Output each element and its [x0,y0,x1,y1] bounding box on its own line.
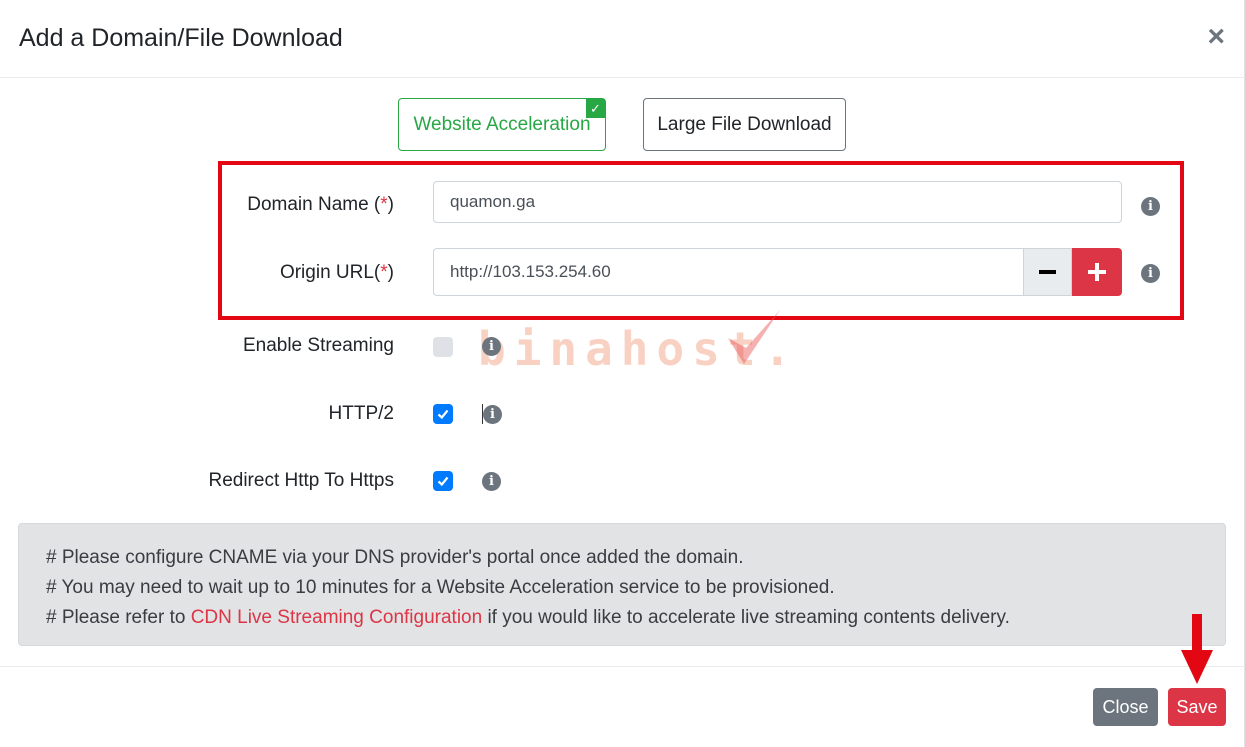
dialog-footer [0,666,1245,747]
http2-label: HTTP/2 [328,403,394,424]
checkmark-icon [437,409,449,420]
enable-streaming-label: Enable Streaming [242,335,394,356]
http2-info-icon[interactable]: i [483,405,502,424]
close-button[interactable]: Close [1093,688,1158,726]
close-icon[interactable]: × [1207,20,1225,54]
note-line-streaming: # Please refer to CDN Live Streaming Con… [46,607,1010,628]
annotation-highlight-box [218,161,1184,320]
dialog-title: Add a Domain/File Download [19,24,343,52]
checkmark-icon [437,476,449,487]
website-acceleration-label: Website Acceleration [413,113,591,135]
enable-streaming-info-icon[interactable]: i [482,337,501,356]
selected-check-icon: ✓ [586,99,605,118]
configuration-note: # Please configure CNAME via your DNS pr… [18,523,1226,646]
large-file-download-option[interactable]: Large File Download [643,98,846,151]
http2-checkbox[interactable] [433,404,453,424]
watermark-check-icon [728,310,780,364]
redirect-https-checkbox[interactable] [433,471,453,491]
annotation-arrow-icon [1181,614,1213,684]
enable-streaming-checkbox[interactable] [433,337,453,357]
live-streaming-config-link[interactable]: CDN Live Streaming Configuration [191,607,482,628]
dialog-header: Add a Domain/File Download × [0,0,1245,78]
add-domain-dialog: Add a Domain/File Download × Website Acc… [0,0,1245,747]
website-acceleration-option[interactable]: Website Acceleration ✓ [398,98,606,151]
large-file-download-label: Large File Download [657,113,832,135]
redirect-https-label: Redirect Http To Https [208,470,394,491]
redirect-https-info-icon[interactable]: i [482,472,501,491]
note-line-provision: # You may need to wait up to 10 minutes … [46,577,835,598]
save-button[interactable]: Save [1168,688,1226,726]
note-line-cname: # Please configure CNAME via your DNS pr… [46,547,744,568]
